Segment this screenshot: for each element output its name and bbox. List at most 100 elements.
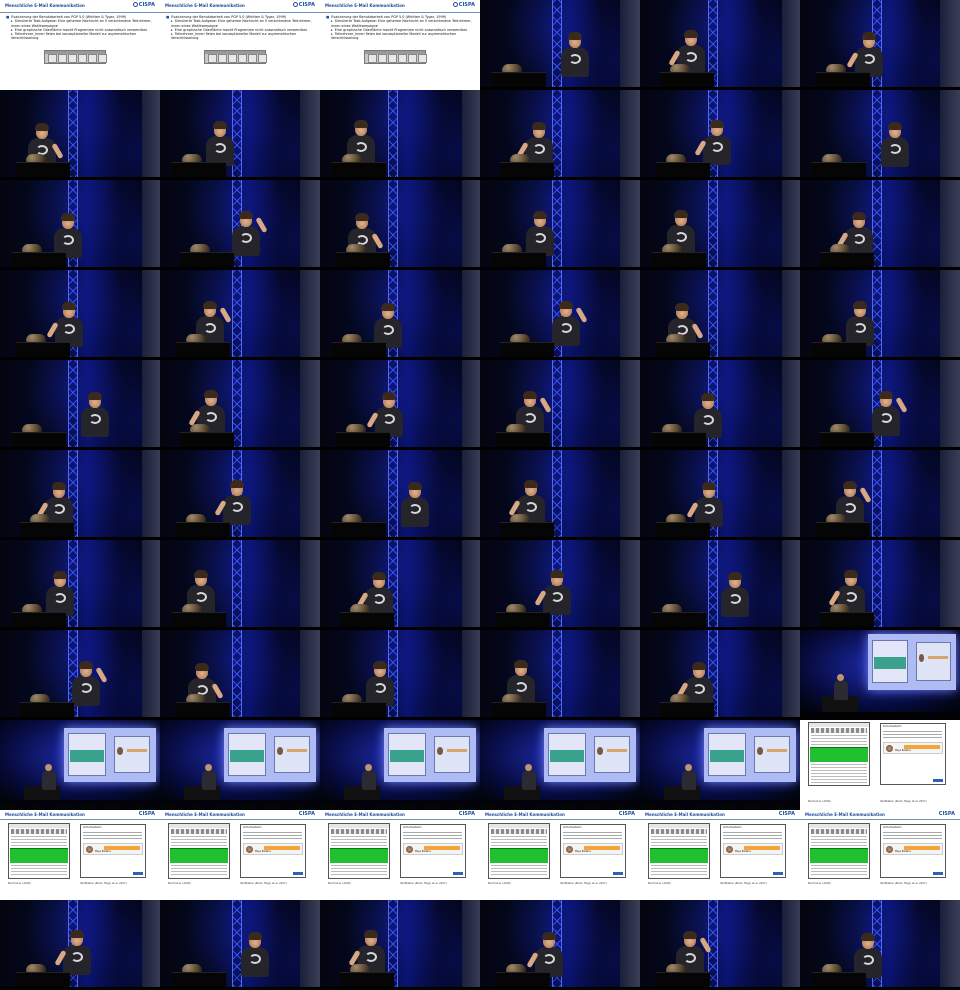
thumbnail-stage[interactable]: [800, 0, 960, 90]
thumbnail-stage[interactable]: [640, 360, 800, 450]
cispa-logo: CISPA: [452, 2, 475, 8]
stage-side-wall: [620, 90, 640, 180]
slide-title: Menschliche E-Mail Kommunikation: [325, 3, 405, 8]
thumbnail-stage[interactable]: [320, 180, 480, 270]
thumbnail-stage[interactable]: [0, 90, 160, 180]
thumbnail-stage[interactable]: [160, 360, 320, 450]
thumbnail-stage[interactable]: [800, 180, 960, 270]
ok-button: [933, 779, 943, 782]
thumbnail-stage[interactable]: [480, 90, 640, 180]
thumbnail-stage[interactable]: [480, 360, 640, 450]
thumbnail-stage[interactable]: [800, 900, 960, 990]
thumbnail-stage[interactable]: [800, 90, 960, 180]
thumbnail-slide[interactable]: Menschliche E-Mail Kommunikation CISPA Eva…: [160, 0, 320, 90]
shirt-logo-icon: [560, 323, 572, 333]
lectern-props: [350, 964, 370, 972]
thumbnail-stage[interactable]: [320, 270, 480, 360]
thumbnail-proj[interactable]: [160, 720, 320, 810]
shirt-logo-icon: [844, 503, 856, 513]
thumbnail-stage[interactable]: [320, 630, 480, 720]
thumbnail-stage[interactable]: [160, 540, 320, 630]
speaker-hair: [248, 932, 262, 940]
lighting-truss: [232, 270, 242, 360]
thumbnail-stage[interactable]: [0, 900, 160, 990]
mail-toolbar-icons: [11, 829, 67, 834]
thumbnail-stage[interactable]: [640, 270, 800, 360]
security-info-lines: [883, 731, 942, 739]
thumbnail-stage[interactable]: [640, 0, 800, 90]
slide-header: Menschliche E-Mail Kommunikation CISPA: [160, 810, 320, 820]
thumbnail-stage[interactable]: [160, 450, 320, 540]
thumbnail-email-full[interactable]: Sicherheitsinfo Mayo Balakov Ruoti et al. …: [800, 720, 960, 810]
thumbnail-stage[interactable]: [800, 270, 960, 360]
thumbnail-slide[interactable]: Menschliche E-Mail Kommunikation CISPA Eva…: [320, 0, 480, 90]
thumbnail-stage[interactable]: [480, 180, 640, 270]
thumbnail-stage[interactable]: [480, 270, 640, 360]
thumbnail-stage[interactable]: [320, 360, 480, 450]
thumbnail-proj[interactable]: [480, 720, 640, 810]
thumbnail-stage[interactable]: [160, 180, 320, 270]
thumbnail-stage[interactable]: [640, 180, 800, 270]
slide-title: Menschliche E-Mail Kommunikation: [165, 812, 245, 817]
thumbnail-stage[interactable]: [160, 90, 320, 180]
mail-body-lines: [171, 865, 227, 876]
thumbnail-email[interactable]: Menschliche E-Mail Kommunikation CISPA Sic…: [800, 810, 960, 900]
stage-side-wall: [142, 540, 160, 630]
thumbnail-stage[interactable]: [640, 540, 800, 630]
thumbnail-stage[interactable]: [320, 90, 480, 180]
stage-side-wall: [782, 450, 800, 540]
stage-side-wall: [142, 270, 160, 360]
thumbnail-stage[interactable]: [640, 900, 800, 990]
thumbnail-email[interactable]: Menschliche E-Mail Kommunikation CISPA Sic…: [160, 810, 320, 900]
thumbnail-stage[interactable]: [160, 630, 320, 720]
thumbnail-stage[interactable]: [480, 0, 640, 90]
thumbnail-email[interactable]: Menschliche E-Mail Kommunikation CISPA Sic…: [320, 810, 480, 900]
thumbnail-stage[interactable]: [0, 180, 160, 270]
thumbnail-stage[interactable]: [800, 450, 960, 540]
stage-side-wall: [142, 90, 160, 180]
thumbnail-email[interactable]: Menschliche E-Mail Kommunikation CISPA Sic…: [480, 810, 640, 900]
lectern-props: [830, 424, 850, 432]
stage-side-wall: [940, 90, 960, 180]
thumbnail-email[interactable]: Menschliche E-Mail Kommunikation CISPA Sic…: [640, 810, 800, 900]
thumbnail-stage[interactable]: [800, 360, 960, 450]
thumbnail-stage[interactable]: [160, 900, 320, 990]
avatar: [406, 846, 413, 853]
thumbnail-stage[interactable]: [480, 540, 640, 630]
thumbnail-stage[interactable]: [0, 360, 160, 450]
thumbnail-stage[interactable]: [0, 540, 160, 630]
thumbnail-stage[interactable]: [640, 90, 800, 180]
security-info-lines: [243, 832, 302, 840]
thumbnail-proj[interactable]: [640, 720, 800, 810]
thumbnail-email[interactable]: Menschliche E-Mail Kommunikation CISPA Sic…: [0, 810, 160, 900]
thumbnail-stage[interactable]: [0, 630, 160, 720]
thumbnail-stage[interactable]: [160, 270, 320, 360]
mail-client-window: [808, 823, 870, 879]
thumbnail-stage[interactable]: [480, 630, 640, 720]
avatar: [246, 846, 253, 853]
thumbnail-stage[interactable]: [0, 450, 160, 540]
thumbnail-stage[interactable]: [640, 630, 800, 720]
thumbnail-proj[interactable]: [320, 720, 480, 810]
lectern-props: [26, 964, 46, 972]
stage-side-wall: [940, 900, 960, 990]
caption-right: Verifikation (Ruoti, Hoge, et al. 2017): [720, 882, 767, 885]
speaker-hair: [514, 660, 528, 668]
thumbnail-stage[interactable]: [320, 540, 480, 630]
thumbnail-stage[interactable]: [480, 450, 640, 540]
thumbnail-stage[interactable]: [800, 540, 960, 630]
speaker-head: [205, 764, 212, 771]
stage-side-wall: [620, 180, 640, 270]
projected-mail-window: [67, 733, 107, 776]
encryption-status-banner: [170, 848, 228, 863]
projected-mail-window: [707, 733, 747, 776]
thumbnail-stage[interactable]: [0, 270, 160, 360]
thumbnail-proj-right[interactable]: [800, 630, 960, 720]
shirt-logo-icon: [854, 323, 866, 333]
thumbnail-stage[interactable]: [640, 450, 800, 540]
thumbnail-stage[interactable]: [480, 900, 640, 990]
thumbnail-proj[interactable]: [0, 720, 160, 810]
thumbnail-slide[interactable]: Menschliche E-Mail Kommunikation CISPA Eva…: [0, 0, 160, 90]
thumbnail-stage[interactable]: [320, 900, 480, 990]
thumbnail-stage[interactable]: [320, 450, 480, 540]
